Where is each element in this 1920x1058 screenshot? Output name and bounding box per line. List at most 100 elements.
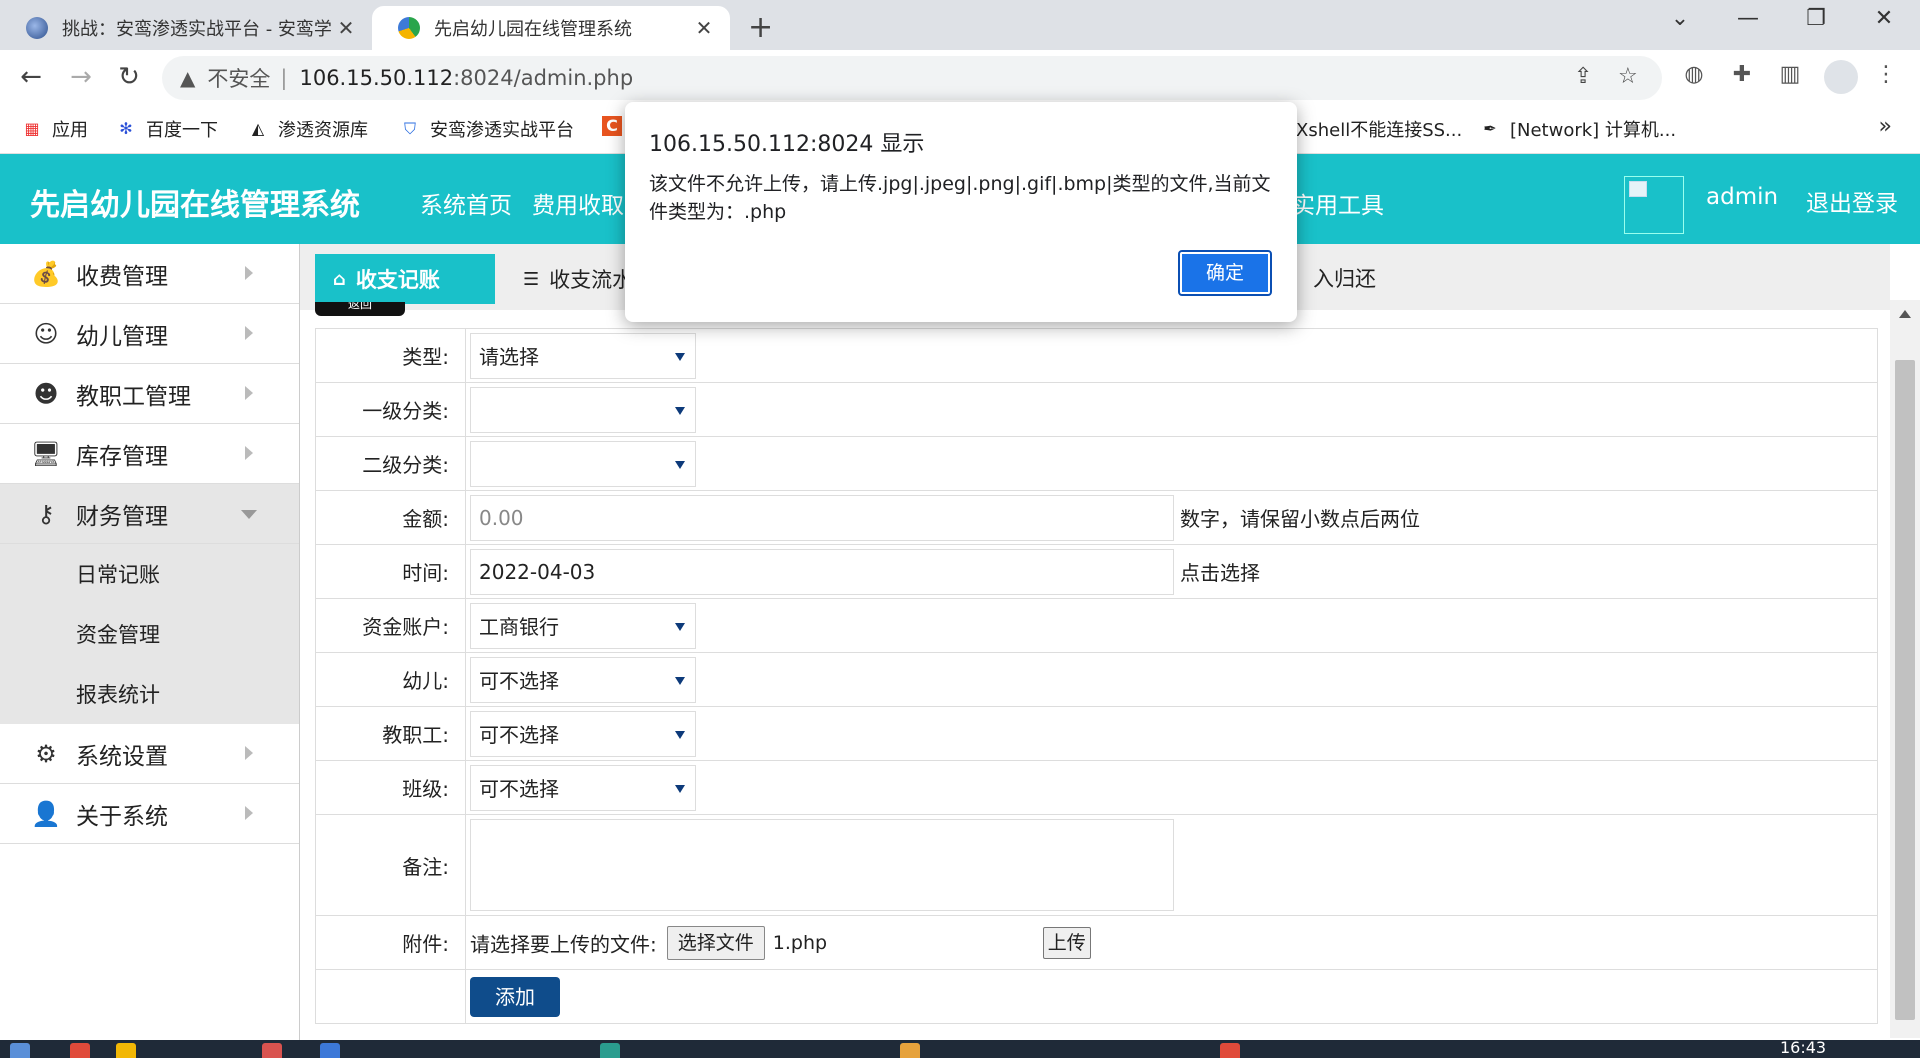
url-path: :8024/admin.php xyxy=(453,66,634,90)
sidebar-subitem-daily-accounting[interactable]: 日常记账 xyxy=(0,544,299,604)
app-title: 先启幼儿园在线管理系统 xyxy=(30,188,360,223)
bookmark-xshell[interactable]: Xshell不能连接SS... xyxy=(1296,116,1462,142)
tab-search-icon[interactable]: ⌄ xyxy=(1650,6,1710,31)
date-hint: 点击选择 xyxy=(1180,561,1260,585)
chrome-icon[interactable] xyxy=(262,1043,282,1058)
taskbar-app-icon[interactable] xyxy=(600,1043,620,1058)
bookmark-apps[interactable]: ▦ 应用 xyxy=(22,116,88,142)
amount-hint: 数字，请保留小数点后两位 xyxy=(1180,507,1420,531)
bookmark-network[interactable]: ✒ [Network] 计算机... xyxy=(1480,116,1676,142)
extensions-puzzle-icon[interactable]: ✚ xyxy=(1726,62,1758,87)
sidebar-subitem-funds[interactable]: 资金管理 xyxy=(0,604,299,664)
choose-file-button[interactable]: 选择文件 xyxy=(666,925,765,960)
key-icon: ⚷ xyxy=(37,499,55,528)
taskbar-app-icon[interactable] xyxy=(320,1043,340,1058)
taskbar-app-icon[interactable] xyxy=(900,1043,920,1058)
add-button[interactable]: 添加 xyxy=(470,976,560,1017)
account-select[interactable]: 工商银行 xyxy=(470,602,696,649)
entry-form: 类型: 请选择 一级分类: 二级分类: 金额: 0.00 数字，请保留小数点后两位… xyxy=(315,328,1878,1024)
profile-avatar-icon[interactable] xyxy=(1824,60,1858,94)
sidebar-item-inventory[interactable]: 🖥 库存管理 xyxy=(0,424,299,484)
bookmark-star-icon[interactable]: ☆ xyxy=(1618,64,1638,89)
database-icon: ☰ xyxy=(523,268,540,290)
class-label: 班级: xyxy=(315,760,466,815)
share-icon[interactable]: ⇪ xyxy=(1574,64,1592,89)
vertical-scrollbar[interactable] xyxy=(1890,300,1920,1038)
restore-icon[interactable]: ❐ xyxy=(1786,6,1846,31)
address-bar[interactable]: ▲ 不安全 | 106.15.50.112:8024/admin.php ⇪ ☆ xyxy=(162,56,1662,100)
upload-button[interactable]: 上传 xyxy=(1042,926,1091,959)
memo-textarea[interactable] xyxy=(470,819,1174,911)
bookmark-baidu[interactable]: ✻ 百度一下 xyxy=(116,116,218,142)
class-select[interactable]: 可不选择 xyxy=(470,764,696,811)
type-select[interactable]: 请选择 xyxy=(470,332,696,379)
side-panel-icon[interactable]: ▥ xyxy=(1774,62,1806,87)
bookmark-anluan[interactable]: ⛉ 安鸾渗透实战平台 xyxy=(400,116,574,142)
home-icon: ⌂ xyxy=(333,268,346,290)
browser-tab-1[interactable]: 挑战：安鸾渗透实战平台 - 安鸾学 ✕ xyxy=(0,6,372,50)
reload-icon[interactable]: ↻ xyxy=(112,62,146,92)
amount-label: 金额: xyxy=(315,490,466,545)
user-avatar[interactable] xyxy=(1624,176,1684,234)
tab-title: 挑战：安鸾渗透实战平台 - 安鸾学 xyxy=(62,19,332,40)
browser-tab-2[interactable]: 先启幼儿园在线管理系统 ✕ xyxy=(372,6,730,50)
extension-globe-icon[interactable]: ◍ xyxy=(1678,62,1710,87)
finance-submenu: 日常记账 资金管理 报表统计 xyxy=(0,544,299,724)
back-icon[interactable]: ← xyxy=(14,62,48,92)
sidebar-item-fees[interactable]: 💰 收费管理 xyxy=(0,244,299,304)
form-row-attachment: 附件: 请选择要上传的文件: 选择文件 1.php 上传 xyxy=(315,915,1878,970)
nav-home[interactable]: 系统首页 xyxy=(420,186,512,220)
minimize-icon[interactable]: — xyxy=(1718,6,1778,31)
child-icon: ☺ xyxy=(33,319,59,348)
forward-icon[interactable]: → xyxy=(64,62,98,92)
chevron-down-icon xyxy=(675,622,685,631)
close-tab-icon[interactable]: ✕ xyxy=(692,16,716,40)
category2-select[interactable] xyxy=(470,440,696,487)
bookmark-pentest-resources[interactable]: ◭ 渗透资源库 xyxy=(248,116,368,142)
close-window-icon[interactable]: ✕ xyxy=(1854,6,1914,31)
chrome-icon[interactable] xyxy=(116,1043,136,1058)
sidebar-subitem-reports[interactable]: 报表统计 xyxy=(0,664,299,724)
username[interactable]: admin xyxy=(1706,184,1778,210)
form-row-amount: 金额: 0.00 数字，请保留小数点后两位 xyxy=(315,490,1878,545)
taskbar-app-icon[interactable] xyxy=(70,1043,90,1058)
chevron-down-icon xyxy=(675,730,685,739)
scroll-up-icon[interactable] xyxy=(1899,310,1911,318)
form-row-child: 幼儿: 可不选择 xyxy=(315,652,1878,707)
sidebar-item-about[interactable]: 👤 关于系统 xyxy=(0,784,299,844)
back-button[interactable]: 返回 xyxy=(315,302,405,316)
site-favicon-icon xyxy=(26,17,48,39)
menu-kebab-icon[interactable]: ⋮ xyxy=(1870,62,1902,87)
category1-label: 一级分类: xyxy=(315,382,466,437)
date-input[interactable]: 2022-04-03 xyxy=(470,548,1174,595)
money-bag-icon: 💰 xyxy=(31,259,61,288)
windows-taskbar: 16:43 xyxy=(0,1040,1920,1058)
tab-return[interactable]: 入归还 xyxy=(1313,254,1376,304)
tab-income-expense[interactable]: ⌂ 收支记账 xyxy=(315,254,495,304)
staff-select[interactable]: 可不选择 xyxy=(470,710,696,757)
monitor-cart-icon: 🖥 xyxy=(30,439,62,468)
close-tab-icon[interactable]: ✕ xyxy=(334,16,358,40)
sidebar: 💰 收费管理 ☺ 幼儿管理 ☻ 教职工管理 🖥 库存管理 ⚷ 财务管理 日常记账… xyxy=(0,244,300,1058)
form-row-submit: 添加 xyxy=(315,969,1878,1024)
sidebar-item-finance[interactable]: ⚷ 财务管理 xyxy=(0,484,299,544)
nav-tools[interactable]: 实用工具 xyxy=(1292,186,1384,220)
child-select[interactable]: 可不选择 xyxy=(470,656,696,703)
category1-select[interactable] xyxy=(470,386,696,433)
sidebar-item-settings[interactable]: ⚙ 系统设置 xyxy=(0,724,299,784)
form-row-memo: 备注: xyxy=(315,814,1878,916)
form-row-class: 班级: 可不选择 xyxy=(315,760,1878,815)
start-icon[interactable] xyxy=(10,1043,30,1058)
logout-link[interactable]: 退出登录 xyxy=(1806,184,1898,218)
dialog-ok-button[interactable]: 确定 xyxy=(1178,250,1272,296)
sidebar-item-children[interactable]: ☺ 幼儿管理 xyxy=(0,304,299,364)
more-bookmarks-icon[interactable]: » xyxy=(1879,114,1892,139)
taskbar-app-icon[interactable] xyxy=(1220,1043,1240,1058)
csdn-icon: C xyxy=(602,116,622,136)
upload-prompt: 请选择要上传的文件: xyxy=(470,932,657,956)
sidebar-item-staff[interactable]: ☻ 教职工管理 xyxy=(0,364,299,424)
new-tab-icon[interactable]: + xyxy=(748,10,773,45)
nav-fee-collection[interactable]: 费用收取 xyxy=(532,186,624,220)
amount-input[interactable]: 0.00 xyxy=(470,494,1174,541)
scrollbar-thumb[interactable] xyxy=(1895,360,1915,1020)
